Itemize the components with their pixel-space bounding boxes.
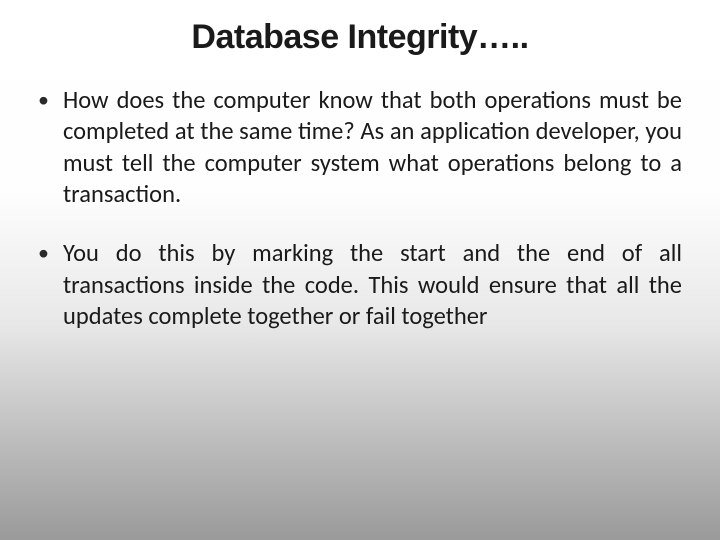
bullet-item: • How does the computer know that both o… [38,85,682,210]
slide-title: Database Integrity….. [30,18,690,57]
bullet-text: How does the computer know that both ope… [63,85,682,210]
slide-container: Database Integrity….. • How does the com… [0,0,720,540]
slide-content: • How does the computer know that both o… [30,85,690,333]
bullet-marker-icon: • [38,89,49,111]
bullet-text: You do this by marking the start and the… [63,238,682,332]
bullet-marker-icon: • [38,242,49,264]
bullet-item: • You do this by marking the start and t… [38,238,682,332]
